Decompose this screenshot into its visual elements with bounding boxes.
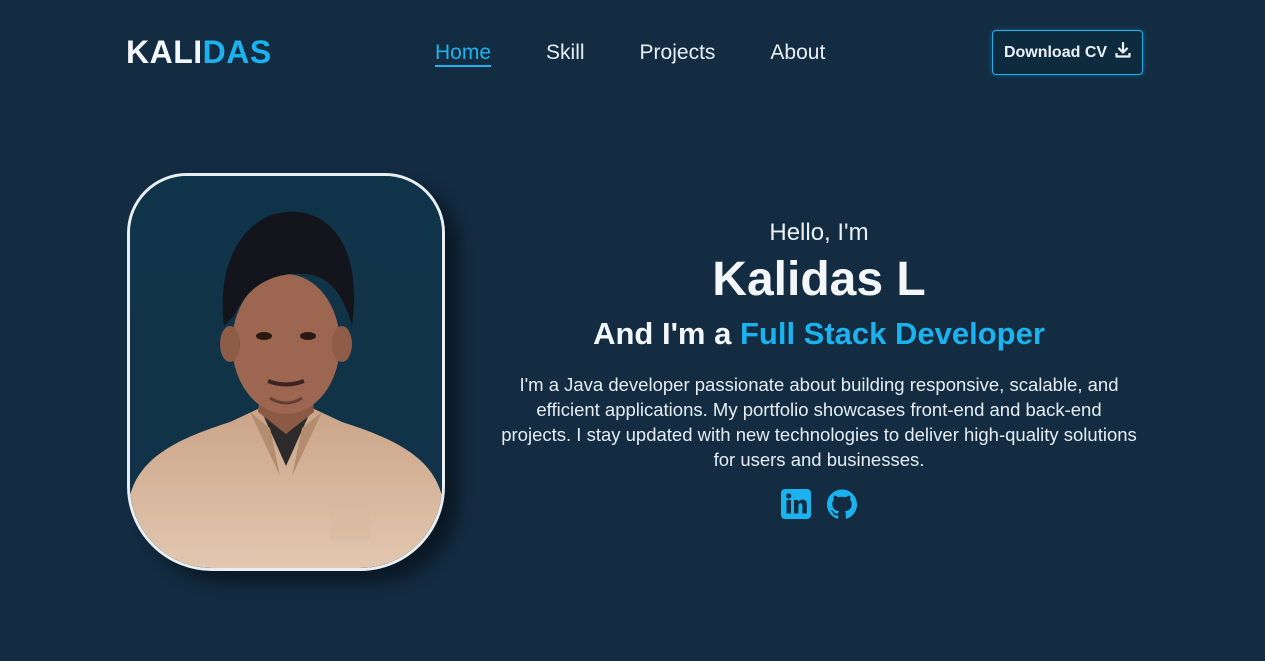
hero-bio: I'm a Java developer passionate about bu…: [501, 374, 1137, 470]
profile-photo: [127, 173, 445, 571]
hero-name: Kalidas L: [712, 253, 926, 306]
role-highlight: Full Stack Developer: [739, 316, 1045, 351]
main-nav: Home Skill Projects About: [435, 41, 825, 67]
logo-part-1: KALI: [126, 34, 203, 70]
download-cv-label: Download CV: [1003, 43, 1108, 61]
hero-greeting: Hello, I'm: [769, 219, 869, 246]
nav-home[interactable]: Home: [435, 41, 492, 67]
download-cv-button[interactable]: Download CV: [992, 30, 1143, 75]
nav-projects[interactable]: Projects: [640, 41, 716, 67]
linkedin-icon[interactable]: [780, 488, 812, 520]
hero-section: Hello, I'm Kalidas L And I'm a Full Stac…: [500, 216, 1138, 520]
social-links: [500, 488, 1138, 520]
download-icon: [1115, 41, 1131, 63]
hero-role: And I'm a Full Stack Developer: [500, 314, 1138, 354]
role-prefix: And I'm a: [593, 316, 740, 351]
nav-skill[interactable]: Skill: [546, 41, 585, 67]
site-logo[interactable]: KALIDAS: [126, 34, 272, 71]
nav-about[interactable]: About: [770, 41, 825, 67]
logo-part-2: DAS: [202, 34, 272, 70]
github-icon[interactable]: [826, 488, 858, 520]
